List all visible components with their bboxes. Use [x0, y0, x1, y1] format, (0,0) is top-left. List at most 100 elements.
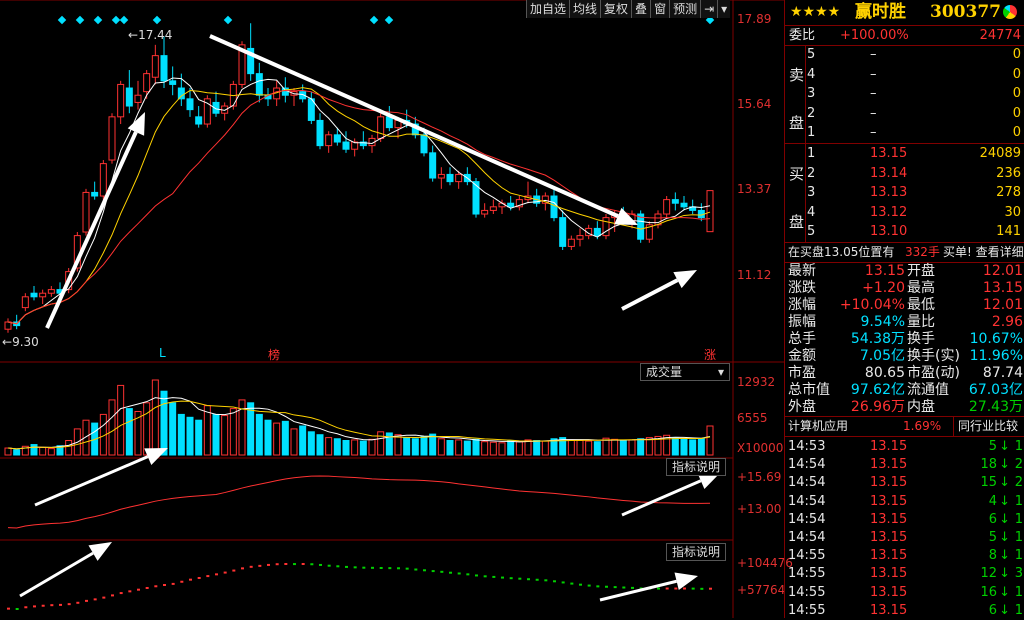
- buy-order-row[interactable]: 4 13.12 30: [785, 203, 1024, 222]
- kline-chart-area[interactable]: 加自选 均线 复权 叠 窗 预测 ⇥ ▾ 17.89 15.64 13.37 1…: [0, 0, 793, 618]
- volume-bar-down: [359, 440, 367, 456]
- tick-price: 13.15: [870, 530, 908, 545]
- exit-icon[interactable]: ⇥: [700, 0, 718, 18]
- volume-bar-down: [333, 438, 341, 456]
- indicator2-dot: [691, 587, 695, 590]
- arrow-down-icon: ↓: [999, 457, 1010, 473]
- volume-bar-up: [576, 440, 584, 456]
- volume-bar-down: [195, 419, 203, 456]
- volume-arrow-head: [144, 448, 168, 465]
- commission-row: 委比 +100.00% 24774: [785, 26, 1024, 45]
- add-watchlist-button[interactable]: 加自选: [526, 0, 570, 18]
- pie-chart-icon[interactable]: [1003, 5, 1017, 19]
- tick-count: 1: [1014, 548, 1023, 564]
- indicator2-dot: [59, 603, 62, 606]
- candle-down: [195, 116, 203, 125]
- commission-ratio: +100.00%: [840, 28, 909, 43]
- sell-order-row[interactable]: 3 – 0: [785, 84, 1024, 103]
- tick-count: 2: [1014, 475, 1023, 491]
- volume-bar-down: [446, 440, 454, 456]
- tick-time: 14:54: [788, 457, 826, 473]
- indicator2-dot: [414, 568, 418, 571]
- indicator2-dot: [85, 599, 88, 602]
- price-axis-mid1: 15.64: [737, 97, 772, 111]
- volume-bar-up: [498, 442, 506, 456]
- tick-count: 1: [1014, 584, 1023, 600]
- buy-order-row[interactable]: 3 13.13 278: [785, 183, 1024, 202]
- notice-action[interactable]: 买单! 查看详细: [943, 243, 1024, 262]
- kline-chart[interactable]: [0, 0, 784, 618]
- volume-bar-down: [411, 438, 419, 456]
- indicator2-dot: [501, 576, 504, 579]
- sell-order-row[interactable]: 5 – 0: [785, 45, 1024, 64]
- ma-line-button[interactable]: 均线: [569, 0, 601, 18]
- sell-order-row[interactable]: 1 – 0: [785, 123, 1024, 142]
- candle-up: [567, 238, 575, 247]
- volume-bar-down: [403, 437, 411, 456]
- indicator2-dot: [249, 565, 253, 568]
- stat-label: 最低: [907, 297, 935, 313]
- adjust-button[interactable]: 复权: [600, 0, 632, 18]
- indicator2-dot: [336, 565, 340, 568]
- volume-bar-down: [342, 440, 350, 456]
- sell-level: 2: [807, 105, 816, 121]
- indicator2-dot: [700, 587, 704, 590]
- tick-count: 2: [1014, 457, 1023, 473]
- buy-level: 4: [807, 204, 816, 220]
- tick-time: 14:55: [788, 566, 826, 582]
- stat-row: 涨幅 +10.04% 最低 12.01: [785, 297, 1024, 314]
- indicator2-dot: [509, 577, 513, 580]
- volume-bar-up: [221, 415, 229, 456]
- tick-price: 13.15: [870, 457, 908, 473]
- indicator2-dot: [301, 563, 305, 565]
- tick-row: 14:54 13.15 6 ↓ 1: [785, 511, 1024, 529]
- indicator2-dot: [197, 576, 201, 579]
- sell-order-row[interactable]: 4 – 0: [785, 65, 1024, 84]
- indicator2-dot: [596, 585, 600, 588]
- indicator2-dot: [284, 563, 288, 565]
- industry-compare-button[interactable]: 同行业比较: [953, 417, 1018, 436]
- indicator2-dot: [215, 573, 218, 576]
- indicator2-arrow-right: [599, 579, 677, 602]
- stat-row: 总市值 97.62亿 流通值 67.03亿: [785, 382, 1024, 399]
- indicator2-dot: [154, 585, 158, 588]
- stat-label: 金额: [788, 348, 816, 364]
- candle-up: [99, 163, 107, 197]
- indicator2-dot: [319, 563, 322, 566]
- volume-bar-up: [65, 440, 73, 456]
- candle-up: [108, 116, 116, 161]
- tick-volume: 4: [988, 493, 997, 509]
- tick-row: 14:53 13.15 5 ↓ 1: [785, 438, 1024, 456]
- volume-panel-button[interactable]: 成交量 ▾: [640, 363, 730, 381]
- buy-order-row[interactable]: 1 13.15 24089: [785, 144, 1024, 163]
- buy-qty: 278: [996, 185, 1021, 201]
- overlay-button[interactable]: 叠: [631, 0, 651, 18]
- volume-bar-down: [160, 390, 168, 456]
- stat-label: 换手: [907, 331, 935, 347]
- indicator1-help-button[interactable]: 指标说明: [666, 458, 727, 476]
- chevron-down-icon[interactable]: ▾: [717, 0, 731, 18]
- tick-time: 14:54: [788, 475, 826, 491]
- candle-up: [377, 116, 385, 139]
- candle-down: [160, 55, 168, 82]
- rebound-arrow: [621, 278, 679, 311]
- price-axis-mid2: 13.37: [737, 182, 772, 196]
- tick-time: 14:54: [788, 511, 826, 527]
- stat-label: 最高: [907, 280, 935, 296]
- indicator1-arrow: [621, 479, 702, 517]
- buy-order-row[interactable]: 2 13.14 236: [785, 164, 1024, 183]
- stat-label: 振幅: [788, 314, 816, 330]
- buy-order-row[interactable]: 5 13.10 141: [785, 222, 1024, 241]
- stat-label: 换手(实): [907, 348, 960, 364]
- order-notice[interactable]: 在买盘13.05位置有 332手 买单! 查看详细: [785, 243, 1024, 262]
- volume-bar-down: [671, 437, 679, 456]
- tick-time: 14:54: [788, 530, 826, 545]
- sell-order-row[interactable]: 2 – 0: [785, 104, 1024, 123]
- tick-count: 1: [1014, 511, 1023, 527]
- indicator2-help-button[interactable]: 指标说明: [666, 543, 727, 561]
- forecast-button[interactable]: 预测: [669, 0, 701, 18]
- window-button[interactable]: 窗: [650, 0, 670, 18]
- industry-name[interactable]: 计算机应用: [788, 417, 848, 436]
- stat-label: 内盘: [907, 399, 935, 415]
- sell-price: –: [870, 105, 877, 121]
